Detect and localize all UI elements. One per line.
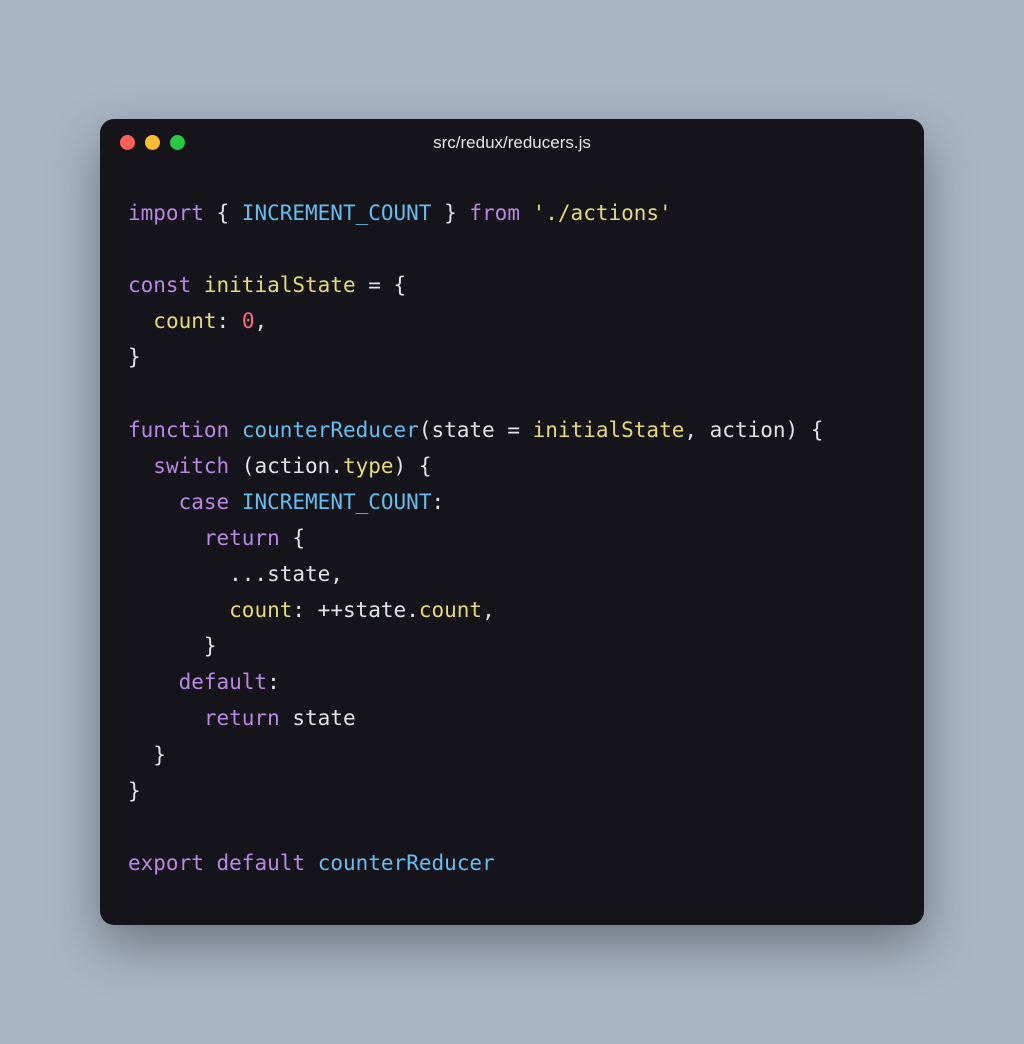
code-token: =	[495, 418, 533, 442]
code-token: count	[229, 598, 292, 622]
code-token: action	[710, 418, 786, 442]
code-token: ,	[684, 418, 709, 442]
window-filename: src/redux/reducers.js	[433, 133, 591, 153]
code-token: INCREMENT_COUNT	[242, 201, 432, 225]
code-token: {	[204, 201, 242, 225]
code-line: default:	[128, 664, 896, 700]
traffic-lights	[120, 135, 185, 150]
code-line: count: 0,	[128, 303, 896, 339]
code-token: initialState	[533, 418, 685, 442]
window-titlebar: src/redux/reducers.js	[100, 119, 924, 167]
code-token: = {	[356, 273, 407, 297]
code-token: case	[179, 490, 230, 514]
code-token: }	[128, 345, 141, 369]
code-line	[128, 809, 896, 845]
code-line: return {	[128, 520, 896, 556]
code-token: return	[204, 526, 280, 550]
code-token: state	[267, 562, 330, 586]
code-token: .	[406, 598, 419, 622]
code-token	[204, 851, 217, 875]
code-token: action	[254, 454, 330, 478]
code-block: import { INCREMENT_COUNT } from './actio…	[100, 167, 924, 925]
code-token	[128, 706, 204, 730]
code-token: initialState	[204, 273, 356, 297]
code-line: const initialState = {	[128, 267, 896, 303]
code-token: state	[431, 418, 494, 442]
code-token: (	[229, 454, 254, 478]
code-line: import { INCREMENT_COUNT } from './actio…	[128, 195, 896, 231]
code-token: ) {	[786, 418, 824, 442]
code-token: './actions'	[533, 201, 672, 225]
code-line: case INCREMENT_COUNT:	[128, 484, 896, 520]
code-token: from	[469, 201, 520, 225]
code-token: ...	[128, 562, 267, 586]
code-token	[128, 526, 204, 550]
code-line: }	[128, 773, 896, 809]
code-token: type	[343, 454, 394, 478]
zoom-icon[interactable]	[170, 135, 185, 150]
code-token: import	[128, 201, 204, 225]
code-line: count: ++state.count,	[128, 592, 896, 628]
code-window: src/redux/reducers.js import { INCREMENT…	[100, 119, 924, 925]
code-token	[520, 201, 533, 225]
code-line: }	[128, 737, 896, 773]
code-token: counterReducer	[242, 418, 419, 442]
code-token: count	[419, 598, 482, 622]
code-token	[305, 851, 318, 875]
code-token: switch	[153, 454, 229, 478]
code-token: function	[128, 418, 229, 442]
code-token: export	[128, 851, 204, 875]
code-token: :	[292, 598, 317, 622]
code-token	[128, 670, 179, 694]
code-line: }	[128, 339, 896, 375]
code-line: export default counterReducer	[128, 845, 896, 881]
code-line: ...state,	[128, 556, 896, 592]
code-token: (	[419, 418, 432, 442]
minimize-icon[interactable]	[145, 135, 160, 150]
code-token: }	[128, 743, 166, 767]
code-token: ) {	[394, 454, 432, 478]
code-token: ,	[330, 562, 343, 586]
code-token: const	[128, 273, 191, 297]
code-line: }	[128, 628, 896, 664]
code-token	[128, 454, 153, 478]
code-token: .	[330, 454, 343, 478]
code-token	[229, 418, 242, 442]
code-token: :	[431, 490, 444, 514]
code-token	[280, 706, 293, 730]
code-token: {	[280, 526, 305, 550]
code-token: }	[128, 634, 217, 658]
code-token: INCREMENT_COUNT	[242, 490, 432, 514]
code-token	[128, 598, 229, 622]
code-line	[128, 231, 896, 267]
code-token	[229, 490, 242, 514]
code-token: ,	[482, 598, 495, 622]
code-token: default	[179, 670, 268, 694]
code-line: return state	[128, 700, 896, 736]
code-token	[128, 490, 179, 514]
code-token: :	[267, 670, 280, 694]
code-token: default	[217, 851, 306, 875]
code-token: 0	[242, 309, 255, 333]
code-token: return	[204, 706, 280, 730]
code-token: }	[128, 779, 141, 803]
code-token: count	[153, 309, 216, 333]
code-token: state	[292, 706, 355, 730]
code-line	[128, 376, 896, 412]
code-token: state	[343, 598, 406, 622]
code-token: counterReducer	[318, 851, 495, 875]
code-token: ++	[318, 598, 343, 622]
code-token	[128, 309, 153, 333]
code-token: }	[431, 201, 469, 225]
code-token	[191, 273, 204, 297]
code-token: ,	[254, 309, 267, 333]
code-token: :	[217, 309, 242, 333]
code-line: switch (action.type) {	[128, 448, 896, 484]
code-line: function counterReducer(state = initialS…	[128, 412, 896, 448]
close-icon[interactable]	[120, 135, 135, 150]
